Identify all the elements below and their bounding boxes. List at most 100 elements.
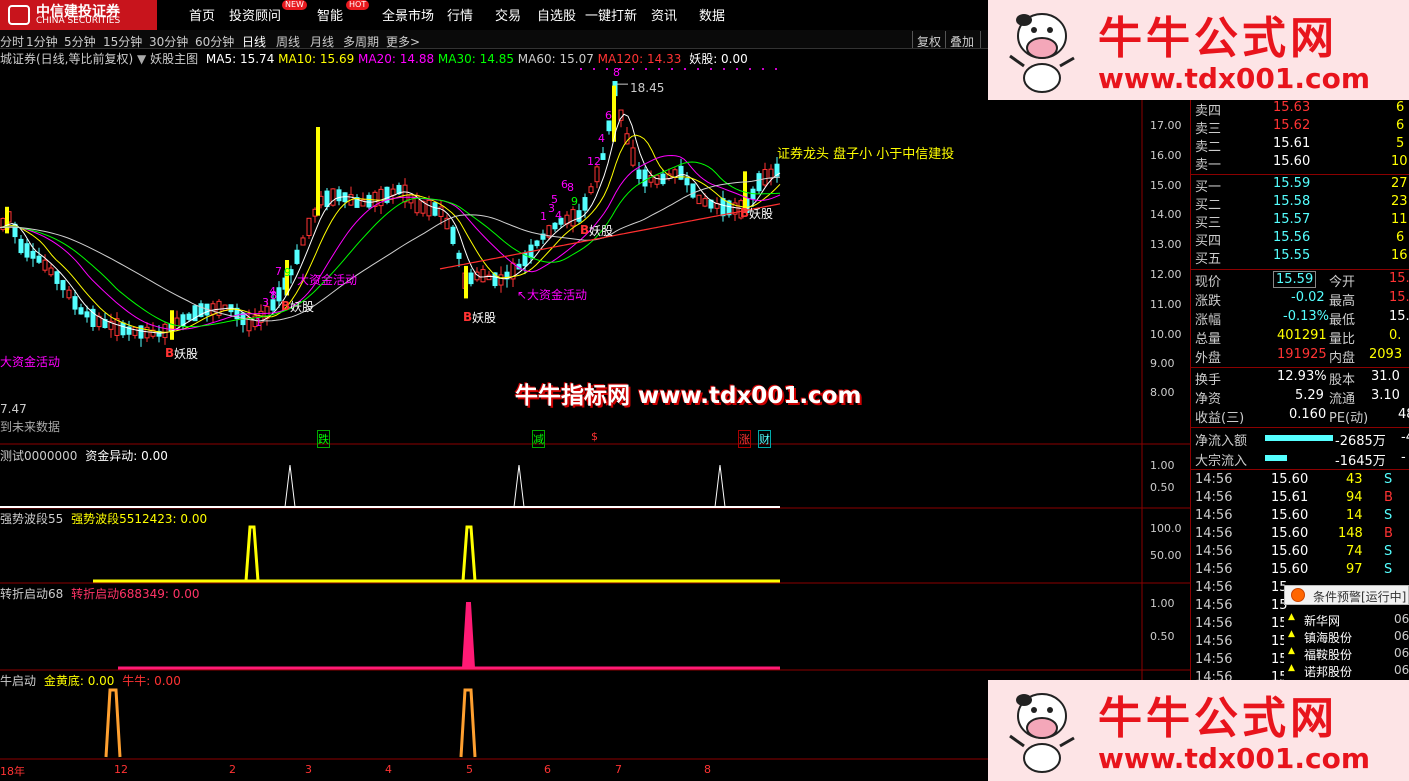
event-tag[interactable]: $	[591, 430, 598, 443]
stat-value: 15.	[1389, 309, 1409, 324]
kline-chart[interactable]	[0, 68, 1190, 761]
overlay-button[interactable]: 叠加	[950, 33, 974, 50]
period-weekly[interactable]: 周线	[276, 33, 300, 50]
tick-price: 15.60	[1271, 526, 1309, 541]
tick-row[interactable]: 14:56 15.61 94 B	[1191, 490, 1409, 508]
signal-candle	[316, 127, 320, 216]
stat-label: 量比	[1329, 332, 1356, 347]
dot-marker	[749, 68, 751, 70]
period-daily[interactable]: 日线	[242, 33, 266, 50]
x-tick: 3	[305, 763, 312, 776]
alert-time: 06	[1394, 646, 1409, 660]
center-watermark: 牛牛指标网 www.tdx001.com	[515, 383, 862, 409]
tick-row[interactable]: 14:56 15.60 43 S	[1191, 472, 1409, 490]
stat-label: 最高	[1329, 294, 1356, 309]
period-15min[interactable]: 15分钟	[103, 33, 142, 50]
count-label: 12	[587, 155, 601, 168]
period-more[interactable]: 更多>	[386, 33, 420, 50]
candle-body	[450, 226, 456, 244]
tick-row[interactable]: 14:56 15.60 74 S	[1191, 544, 1409, 562]
period-intraday[interactable]: 分时	[0, 33, 24, 50]
ask-row-4[interactable]: 卖四 15.63 6	[1191, 100, 1409, 119]
period-multi[interactable]: 多周期	[343, 33, 379, 50]
alert-item[interactable]: ▲ 新华网 06	[1284, 612, 1409, 630]
menu-advisor[interactable]: 投资顾问	[229, 5, 281, 24]
y-tick: 13.00	[1150, 238, 1182, 251]
bid-label: 买三	[1195, 216, 1222, 231]
panel3-title: 转折启动68	[0, 587, 64, 601]
x-tick: 2	[229, 763, 236, 776]
new-badge: NEW	[282, 0, 307, 10]
bid-row-2[interactable]: 买二 15.58 23	[1191, 194, 1409, 213]
tick-side: S	[1384, 544, 1393, 559]
menu-news[interactable]: 资讯	[651, 5, 677, 24]
stat-label: 涨跌	[1195, 294, 1222, 309]
panel2-spike	[244, 525, 260, 582]
menu-trade[interactable]: 交易	[495, 5, 521, 24]
stat-value: -0.02	[1291, 290, 1325, 305]
panel4-value-niu: 牛牛: 0.00	[122, 674, 181, 688]
alert-item[interactable]: ▲ 诺邦股份 06	[1284, 663, 1409, 681]
event-tag[interactable]: 财	[758, 430, 771, 448]
candle-body	[24, 243, 30, 258]
ma30-value: MA30: 14.85	[437, 52, 514, 66]
menu-home[interactable]: 首页	[189, 5, 215, 24]
dot-marker	[658, 68, 660, 70]
tick-volume: 94	[1346, 490, 1363, 505]
ask-row-1[interactable]: 卖一 15.60 10	[1191, 154, 1409, 173]
indicator-name[interactable]: 妖股主图	[150, 52, 198, 66]
menu-smart[interactable]: 智能	[317, 5, 343, 24]
alert-item[interactable]: ▲ 镇海股份 06	[1284, 629, 1409, 647]
dot-marker	[697, 68, 699, 70]
candle-body	[480, 269, 486, 283]
event-tag[interactable]: 减	[532, 430, 545, 448]
menu-quotes[interactable]: 行情	[447, 5, 473, 24]
period-1min[interactable]: 1分钟	[26, 33, 58, 50]
x-tick: 18年	[0, 765, 25, 778]
stock-note: 证券龙头 盘子小 小于中信建投	[777, 147, 955, 162]
event-tag[interactable]: 跌	[317, 430, 330, 448]
stat-value: 0.	[1389, 328, 1402, 343]
dot-marker	[593, 68, 595, 70]
ask-row-3[interactable]: 卖三 15.62 6	[1191, 118, 1409, 137]
period-30min[interactable]: 30分钟	[149, 33, 188, 50]
candle-body	[66, 289, 72, 299]
future-data-label: 到未来数据	[0, 420, 61, 434]
stat-label: 总量	[1195, 332, 1222, 347]
menu-watchlist[interactable]: 自选股	[537, 5, 576, 24]
period-5min[interactable]: 5分钟	[64, 33, 96, 50]
candle-body	[642, 169, 648, 187]
panel1-spike	[513, 464, 525, 508]
broker-logo[interactable]: 中信建投证券 CHINA SECURITIES	[0, 0, 157, 30]
candle-body	[366, 194, 372, 208]
fuquan-button[interactable]: 复权	[917, 33, 941, 50]
candle-body	[390, 188, 396, 196]
tick-row[interactable]: 14:56 15.60 97 S	[1191, 562, 1409, 580]
indicator-dropdown-icon[interactable]: ▼	[137, 52, 146, 66]
candle-body	[306, 217, 312, 236]
bid-row-3[interactable]: 买三 15.57 11	[1191, 212, 1409, 231]
current-price: 15.59	[1273, 271, 1317, 288]
x-tick: 8	[704, 763, 711, 776]
ask-price: 15.62	[1273, 118, 1311, 133]
bid-price: 15.57	[1273, 212, 1311, 227]
menu-data[interactable]: 数据	[699, 5, 725, 24]
condition-alert-header[interactable]: 条件预警[运行中]	[1284, 585, 1409, 605]
bid-row-1[interactable]: 买一 15.59 27	[1191, 176, 1409, 195]
menu-market-panorama[interactable]: 全景市场	[382, 5, 434, 24]
alert-item[interactable]: ▲ 福鞍股份 06	[1284, 646, 1409, 664]
tick-price: 15.60	[1271, 508, 1309, 523]
event-tag[interactable]: 涨	[738, 430, 751, 448]
tick-time: 14:56	[1195, 508, 1233, 523]
menu-ipo[interactable]: 一键打新	[585, 5, 637, 24]
tick-row[interactable]: 14:56 15.60 14 S	[1191, 508, 1409, 526]
ask-row-2[interactable]: 卖二 15.61 5	[1191, 136, 1409, 155]
yaogu-signal: 妖股	[589, 224, 614, 238]
tick-row[interactable]: 14:56 15.60 148 B	[1191, 526, 1409, 544]
candle-body	[552, 222, 558, 230]
bid-row-4[interactable]: 买四 15.56 6	[1191, 230, 1409, 249]
period-60min[interactable]: 60分钟	[195, 33, 234, 50]
stock-title: 城证券(日线,等比前复权)	[0, 52, 134, 66]
period-monthly[interactable]: 月线	[310, 33, 334, 50]
bid-row-5[interactable]: 买五 15.55 16	[1191, 248, 1409, 267]
